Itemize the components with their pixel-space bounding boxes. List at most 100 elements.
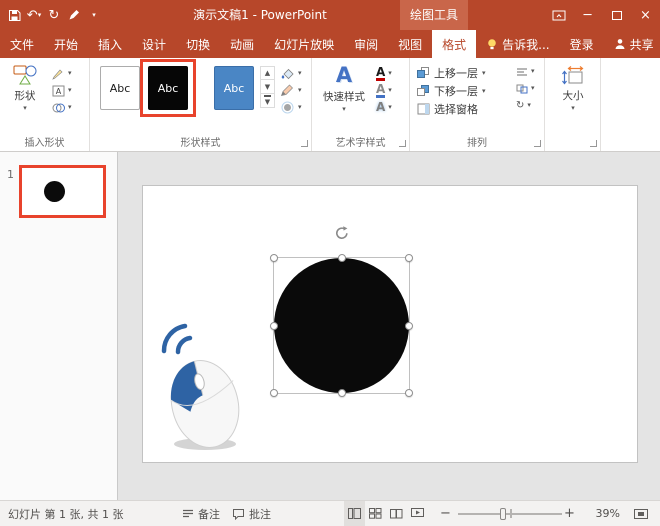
- minimize-button[interactable]: ─: [573, 0, 602, 30]
- save-button[interactable]: [4, 3, 24, 27]
- minimize-icon: ─: [584, 8, 592, 23]
- ribbon-display-options-icon: [552, 10, 566, 21]
- edit-shape-button[interactable]: ▾: [52, 65, 72, 82]
- undo-icon: ↶: [27, 8, 38, 23]
- window-controls: ─ ×: [544, 0, 660, 30]
- undo-button[interactable]: ↶▾: [24, 3, 44, 27]
- selection-pane-button[interactable]: 选择窗格: [417, 101, 478, 117]
- text-outline-button[interactable]: A ▾: [376, 82, 392, 99]
- tab-file[interactable]: 文件: [0, 30, 44, 58]
- text-fill-button[interactable]: A ▾: [376, 65, 392, 82]
- gallery-up-button[interactable]: ▲: [260, 66, 275, 80]
- shape-effects-button[interactable]: ▾: [280, 99, 302, 116]
- shape-style-white[interactable]: Abc: [100, 66, 140, 110]
- selection-handle-e[interactable]: [405, 322, 413, 330]
- rotate-objects-icon: ↻: [516, 100, 524, 111]
- size-button[interactable]: 大小 ▾: [553, 66, 593, 112]
- selection-handle-w[interactable]: [270, 322, 278, 330]
- pen-icon: [68, 9, 80, 21]
- align-objects-button[interactable]: ▾: [516, 63, 535, 80]
- ribbon-filler: [601, 58, 660, 151]
- tell-me-label: 告诉我...: [502, 36, 549, 53]
- tab-tell-me[interactable]: 告诉我...: [476, 30, 559, 58]
- group-objects-icon: [516, 84, 528, 94]
- quick-access-toolbar: ↶▾ ↻ ▾: [4, 0, 104, 30]
- gallery-more-button[interactable]: ▼: [260, 94, 275, 108]
- reading-view-button[interactable]: [386, 501, 407, 526]
- selection-handle-n[interactable]: [338, 254, 346, 262]
- shapes-gallery-button[interactable]: 形状 ▾: [5, 64, 45, 112]
- slideshow-view-button[interactable]: [407, 501, 428, 526]
- send-backward-button[interactable]: 下移一层 ▾: [417, 83, 486, 99]
- tab-format[interactable]: 格式: [432, 30, 476, 58]
- tab-view[interactable]: 视图: [388, 30, 432, 58]
- notes-label: 备注: [198, 506, 220, 522]
- zoom-in-button[interactable]: +: [564, 501, 575, 526]
- notes-button[interactable]: 备注: [182, 501, 220, 526]
- send-backward-label: 下移一层: [434, 83, 478, 99]
- save-icon: [8, 9, 21, 22]
- shape-styles-dialog-launcher[interactable]: [301, 140, 308, 147]
- tab-review[interactable]: 审阅: [344, 30, 388, 58]
- selection-handle-se[interactable]: [405, 389, 413, 397]
- contextual-tab-group-drawing-tools[interactable]: 绘图工具: [400, 0, 468, 30]
- zoom-slider-thumb[interactable]: [500, 508, 506, 520]
- comments-button[interactable]: 批注: [232, 501, 271, 526]
- shape-outline-button[interactable]: ▾: [280, 82, 302, 99]
- chevron-down-icon: ▾: [298, 70, 302, 77]
- editing-canvas: [118, 152, 660, 500]
- text-effects-button[interactable]: A ▾: [376, 99, 392, 116]
- bring-forward-button[interactable]: 上移一层 ▾: [417, 65, 486, 81]
- pen-mode-button[interactable]: [64, 3, 84, 27]
- chevron-down-icon: ▾: [527, 102, 531, 109]
- selection-handle-nw[interactable]: [270, 254, 278, 262]
- powerpoint-window: ↶▾ ↻ ▾ 演示文稿1 - PowerPoint 绘图工具 ─ × 文件 开始…: [0, 0, 660, 526]
- wordart-dialog-launcher[interactable]: [399, 140, 406, 147]
- slide-sorter-icon: [369, 508, 382, 519]
- svg-text:A: A: [56, 87, 62, 96]
- shape-style-blue[interactable]: Abc: [214, 66, 254, 110]
- ribbon-display-options-button[interactable]: [544, 0, 573, 30]
- sign-in-button[interactable]: 登录: [560, 30, 604, 58]
- quick-styles-button[interactable]: A 快速样式 ▾: [317, 63, 371, 113]
- zoom-slider[interactable]: [458, 501, 562, 526]
- selection-handle-ne[interactable]: [405, 254, 413, 262]
- tab-slideshow[interactable]: 幻灯片放映: [264, 30, 344, 58]
- window-title: 演示文稿1 - PowerPoint: [150, 0, 370, 30]
- slide-canvas[interactable]: [142, 185, 638, 463]
- selection-handle-s[interactable]: [338, 389, 346, 397]
- mouse-clipart[interactable]: [159, 318, 247, 452]
- normal-view-button[interactable]: [344, 501, 365, 526]
- ribbon-group-arrange: 上移一层 ▾ 下移一层 ▾ 选择窗格 ▾ ▾: [410, 58, 545, 151]
- rotate-objects-button[interactable]: ↻ ▾: [516, 97, 535, 114]
- share-button[interactable]: 共享: [604, 30, 660, 58]
- slide-thumbnail-1[interactable]: [19, 165, 106, 218]
- gallery-down-button[interactable]: ▼: [260, 80, 275, 94]
- tab-home[interactable]: 开始: [44, 30, 88, 58]
- tab-transitions[interactable]: 切换: [176, 30, 220, 58]
- customize-qat-button[interactable]: ▾: [84, 3, 104, 27]
- maximize-button[interactable]: [602, 0, 631, 30]
- zoom-out-button[interactable]: −: [440, 501, 451, 526]
- more-bar: [264, 95, 271, 97]
- ribbon-group-shape-styles: Abc Abc Abc ▲ ▼ ▼ ▾ ▾ ▾: [90, 58, 312, 151]
- zoom-level[interactable]: 39%: [582, 501, 620, 526]
- close-button[interactable]: ×: [631, 0, 660, 30]
- rotate-handle[interactable]: [334, 225, 350, 241]
- comments-label: 批注: [249, 506, 271, 522]
- ribbon: 形状 ▾ ▾ A ▾ ▾ 插入形状 Abc: [0, 58, 660, 152]
- tab-design[interactable]: 设计: [132, 30, 176, 58]
- redo-button[interactable]: ↻: [44, 3, 64, 27]
- size-dialog-launcher[interactable]: [590, 140, 597, 147]
- align-icon: [516, 67, 528, 77]
- shape-fill-button[interactable]: ▾: [280, 65, 302, 82]
- fit-to-window-button[interactable]: [634, 501, 648, 526]
- text-box-button[interactable]: A ▾: [52, 82, 72, 99]
- arrange-dialog-launcher[interactable]: [534, 140, 541, 147]
- slide-sorter-view-button[interactable]: [365, 501, 386, 526]
- merge-shapes-button[interactable]: ▾: [52, 99, 72, 116]
- tab-insert[interactable]: 插入: [88, 30, 132, 58]
- group-objects-button[interactable]: ▾: [516, 80, 535, 97]
- selection-handle-sw[interactable]: [270, 389, 278, 397]
- tab-animations[interactable]: 动画: [220, 30, 264, 58]
